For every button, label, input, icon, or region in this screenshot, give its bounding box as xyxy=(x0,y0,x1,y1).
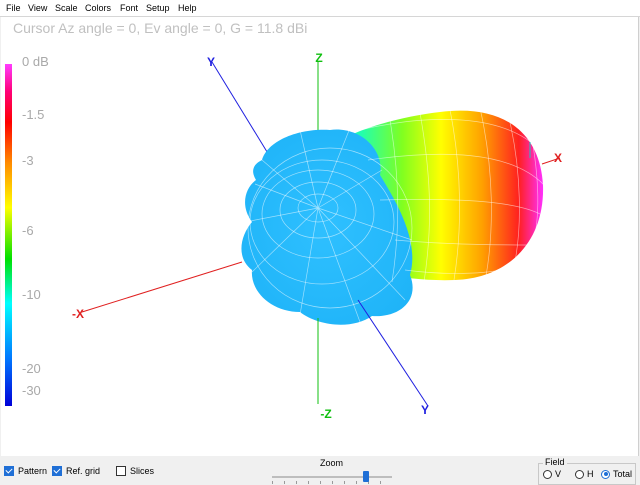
axis-label-y-back: Y xyxy=(207,55,215,69)
scale-label-20: -20 xyxy=(22,361,41,376)
axis-label-z-pos: Z xyxy=(315,51,322,65)
scale-label-30: -30 xyxy=(22,383,41,398)
pattern-checkbox-box[interactable] xyxy=(4,466,14,476)
zoom-slider-ticks xyxy=(272,481,392,484)
ref-grid-checkbox-label: Ref. grid xyxy=(66,466,101,476)
pattern-checkbox[interactable]: Pattern xyxy=(4,466,47,476)
zoom-slider-track[interactable] xyxy=(272,476,392,478)
field-radio-total[interactable]: Total xyxy=(601,469,632,479)
ref-grid-checkbox-box[interactable] xyxy=(52,466,62,476)
scale-label-10: -10 xyxy=(22,287,41,302)
y-axis-back xyxy=(211,61,273,161)
ref-grid-checkbox[interactable]: Ref. grid xyxy=(52,466,100,476)
zoom-slider-thumb[interactable] xyxy=(362,471,369,482)
y-axis-front xyxy=(357,299,429,407)
axis-label-x-neg: -X xyxy=(72,307,84,321)
color-scale-bar xyxy=(5,64,12,406)
slices-checkbox-label: Slices xyxy=(130,466,155,476)
axis-label-x-pos: X xyxy=(554,151,562,165)
scale-label-0db: 0 dB xyxy=(22,54,49,69)
field-radio-v-label: V xyxy=(555,469,562,479)
field-radio-total-dot[interactable] xyxy=(601,469,610,479)
slices-checkbox[interactable]: Slices xyxy=(116,466,154,476)
cursor-readout: Cursor Az angle = 0, Ev angle = 0, G = 1… xyxy=(13,20,308,36)
field-radio-h-label: H xyxy=(587,469,594,479)
field-radio-h[interactable]: H xyxy=(575,469,594,479)
pattern-checkbox-label: Pattern xyxy=(18,466,48,476)
field-radio-total-label: Total xyxy=(613,469,633,479)
scale-label-3: -3 xyxy=(22,153,34,168)
field-radio-h-dot[interactable] xyxy=(575,469,584,479)
field-radio-v-dot[interactable] xyxy=(543,469,552,479)
field-radio-v[interactable]: V xyxy=(543,469,561,479)
scale-label-6: -6 xyxy=(22,223,34,238)
zoom-label: Zoom xyxy=(320,458,344,468)
radiation-pattern-3d[interactable]: Z -Z X -X Y Y xyxy=(0,0,640,456)
field-legend: Field xyxy=(543,457,567,467)
scale-label-1-5: -1.5 xyxy=(22,107,45,122)
slices-checkbox-box[interactable] xyxy=(116,466,126,476)
x-axis-neg xyxy=(81,261,243,313)
axis-label-z-neg: -Z xyxy=(320,407,331,421)
axis-label-y-front: Y xyxy=(421,403,429,417)
